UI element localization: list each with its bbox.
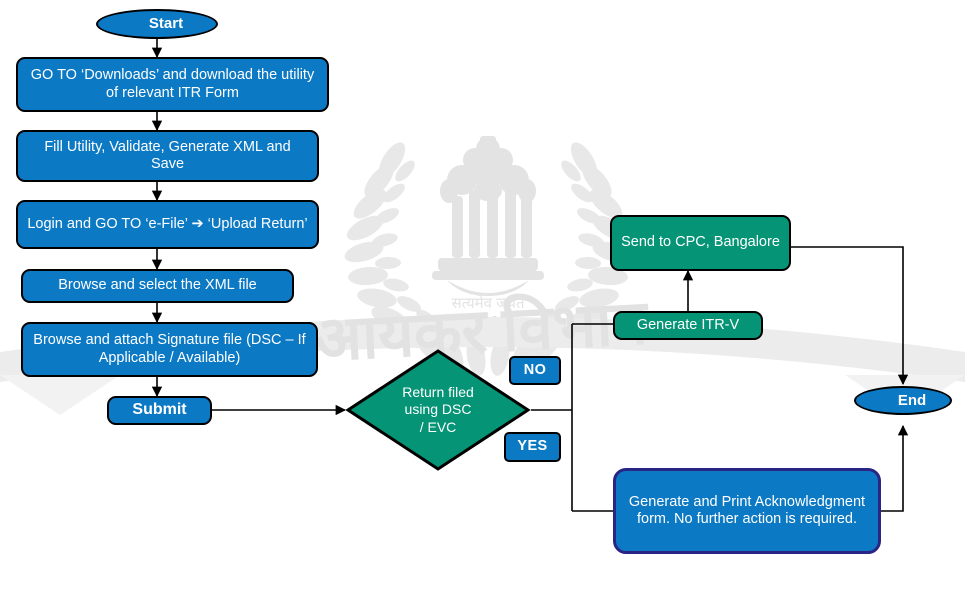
node-acknowledgment-label: Generate and Print Acknowledgment form. … [628, 493, 866, 527]
flowchart-canvas: सत्यमेव जयते कोष मूलो दण्डः आयकर विभाग S… [0, 0, 965, 601]
node-end-label: End [897, 391, 927, 409]
label-no-text: NO [523, 361, 547, 378]
label-no: NO [509, 356, 561, 385]
node-step-fill[interactable]: Fill Utility, Validate, Generate XML and… [16, 130, 319, 182]
node-acknowledgment[interactable]: Generate and Print Acknowledgment form. … [613, 468, 881, 554]
node-submit[interactable]: Submit [107, 396, 212, 425]
node-step-download[interactable]: GO TO ‘Downloads’ and download the utili… [16, 57, 329, 112]
node-start-label: Start [148, 15, 184, 33]
node-start[interactable]: Start [96, 9, 218, 39]
label-yes-text: YES [517, 438, 548, 455]
node-send-cpc[interactable]: Send to CPC, Bangalore [610, 215, 791, 271]
node-send-cpc-label: Send to CPC, Bangalore [621, 234, 780, 251]
node-generate-itrv[interactable]: Generate ITR-V [613, 311, 763, 340]
node-step-login[interactable]: Login and GO TO ‘e-File’ ➔ ‘Upload Retur… [16, 200, 319, 249]
node-step-signature-label: Browse and attach Signature file (DSC – … [33, 332, 306, 366]
node-step-download-label: GO TO ‘Downloads’ and download the utili… [30, 67, 315, 101]
node-step-browse-xml[interactable]: Browse and select the XML file [21, 269, 294, 303]
label-yes: YES [504, 432, 561, 462]
node-step-signature[interactable]: Browse and attach Signature file (DSC – … [21, 322, 318, 377]
node-step-login-label: Login and GO TO ‘e-File’ ➔ ‘Upload Retur… [27, 215, 308, 232]
node-generate-itrv-label: Generate ITR-V [636, 316, 740, 333]
node-step-browse-xml-label: Browse and select the XML file [58, 277, 257, 294]
node-submit-label: Submit [132, 401, 187, 419]
node-step-fill-label: Fill Utility, Validate, Generate XML and… [44, 138, 291, 172]
node-end[interactable]: End [854, 386, 952, 415]
